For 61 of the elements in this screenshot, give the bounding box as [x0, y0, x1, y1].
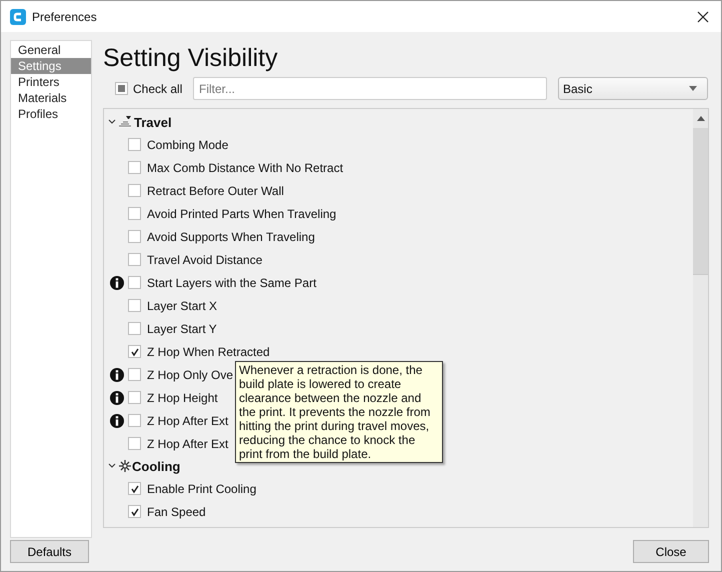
checkbox[interactable]	[128, 322, 141, 335]
checkbox[interactable]	[128, 345, 141, 358]
sidebar-item[interactable]: Materials	[11, 90, 91, 106]
checkbox[interactable]	[128, 253, 141, 266]
checkbox[interactable]	[128, 161, 141, 174]
checkbox[interactable]	[128, 437, 141, 450]
category-label[interactable]: Cooling	[132, 458, 180, 474]
fan-icon	[119, 460, 131, 472]
tooltip: Whenever a retraction is done, the build plate is lowered to create clearance between the nozzle and the print. It prevents the nozzle from hitting the print during travel moves, reducing the chance to knock the print from the build plate.	[235, 361, 443, 463]
checkbox[interactable]	[128, 482, 141, 495]
scrollbar-thumb[interactable]	[693, 128, 708, 275]
checkbox[interactable]	[128, 138, 141, 151]
setting-label: Fan Speed	[147, 504, 206, 518]
info-icon	[110, 276, 124, 290]
setting-label: Avoid Printed Parts When Traveling	[147, 206, 336, 220]
setting-label: Layer Start X	[147, 298, 218, 312]
dropdown-arrow-icon	[689, 86, 697, 91]
checkbox[interactable]	[128, 414, 141, 427]
filter-field[interactable]: Filter...	[193, 77, 547, 100]
setting-label: Max Comb Distance With No Retract	[147, 160, 344, 174]
setting-label: Z Hop Height	[147, 390, 218, 404]
info-icon	[110, 368, 124, 382]
nozzle-icon	[119, 116, 133, 128]
close-button[interactable]: Close	[633, 540, 709, 563]
setting-label: Z Hop When Retracted	[147, 344, 270, 358]
setting-label: Layer Start Y	[147, 322, 217, 336]
setting-label: Travel Avoid Distance	[147, 252, 262, 266]
page-heading: Setting Visibility	[103, 45, 279, 71]
chevron-icon[interactable]	[108, 118, 116, 126]
checkbox[interactable]	[128, 505, 141, 518]
setting-label: Combing Mode	[147, 138, 228, 152]
checkbox[interactable]	[128, 230, 141, 243]
chevron-icon[interactable]	[108, 462, 116, 470]
checkbox[interactable]	[128, 299, 141, 312]
checkbox[interactable]	[115, 82, 128, 95]
scrollbar[interactable]	[693, 109, 708, 527]
category-label[interactable]: Travel	[134, 114, 172, 130]
checkbox[interactable]	[128, 276, 141, 289]
preset-dropdown[interactable]: Basic	[558, 77, 708, 100]
info-icon	[110, 414, 124, 428]
checkbox[interactable]	[128, 368, 141, 381]
scroll-up-icon[interactable]	[696, 116, 704, 121]
close-icon[interactable]	[697, 10, 709, 22]
setting-label: Retract Before Outer Wall	[147, 184, 284, 198]
setting-label: Z Hop After Ext	[147, 414, 228, 428]
setting-label: Enable Print Cooling	[147, 482, 256, 496]
window-title: Preferences	[32, 10, 98, 24]
checkbox[interactable]	[128, 184, 141, 197]
setting-label: Avoid Supports When Traveling	[147, 230, 315, 244]
setting-label: Z Hop After Ext	[147, 436, 228, 450]
sidebar-item[interactable]: Profiles	[11, 106, 91, 122]
sidebar-item[interactable]: Printers	[11, 74, 91, 90]
sidebar-item[interactable]: General	[11, 42, 91, 58]
checkbox[interactable]	[128, 207, 141, 220]
checkbox[interactable]	[128, 391, 141, 404]
app-logo-icon	[10, 8, 26, 24]
setting-label: Z Hop Only Ove	[147, 368, 234, 382]
defaults-button[interactable]: Defaults	[10, 540, 89, 563]
info-icon	[110, 390, 124, 404]
check-all-label: Check all	[133, 82, 182, 96]
setting-label: Start Layers with the Same Part	[147, 276, 316, 290]
